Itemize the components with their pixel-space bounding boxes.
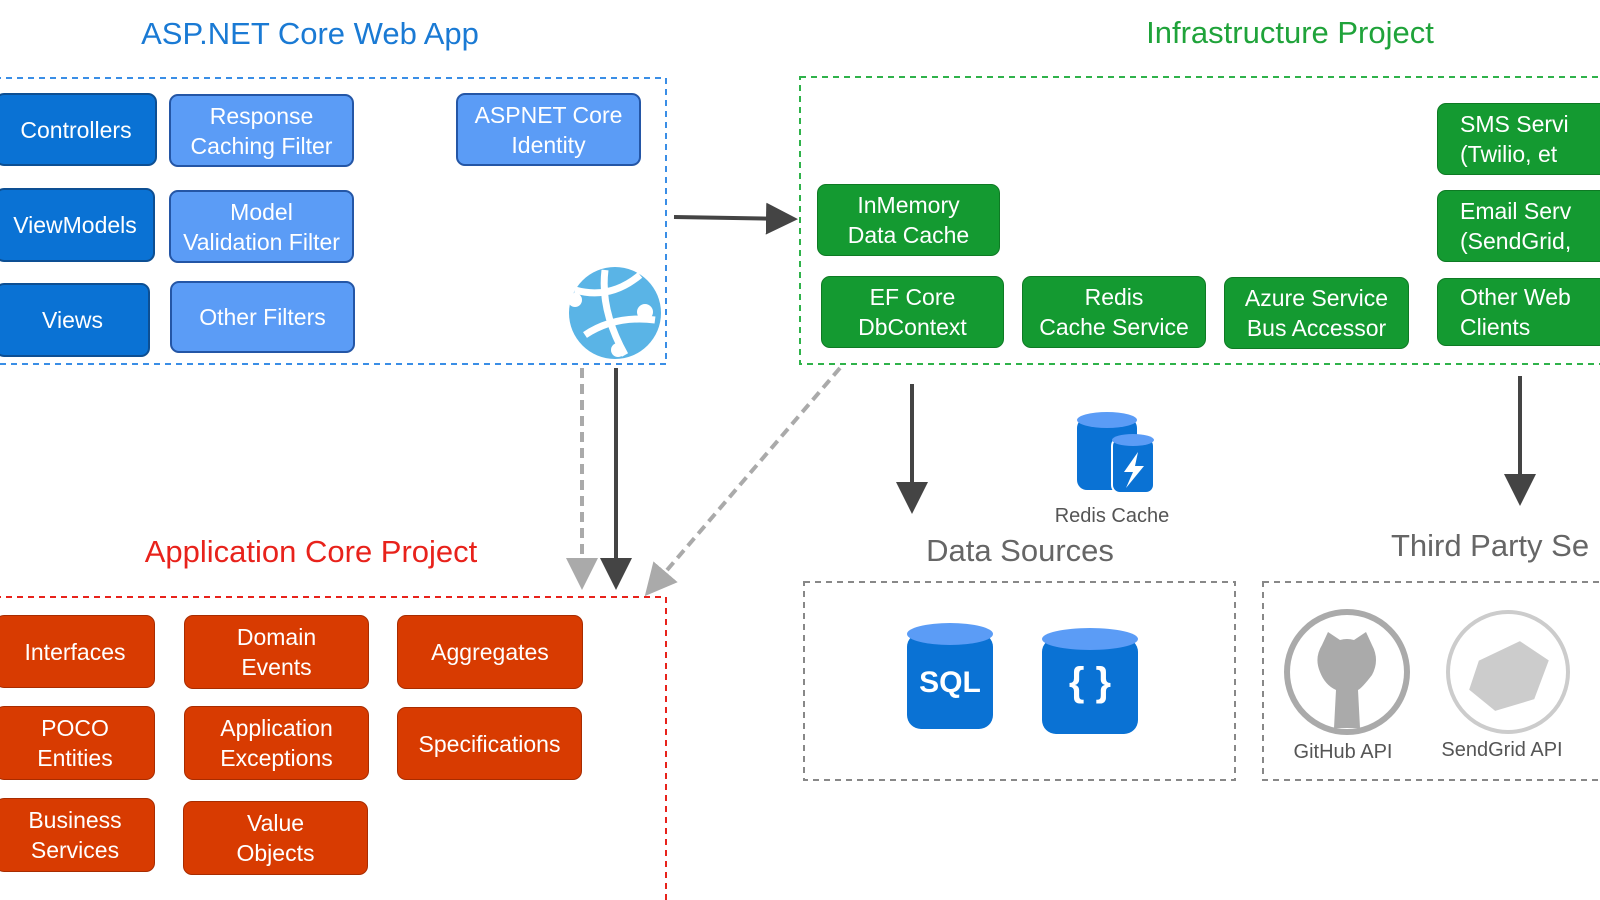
controllers-box: Controllers bbox=[0, 93, 157, 166]
other-filters-label: Other Filters bbox=[199, 304, 326, 330]
poco-entities-label: Entities bbox=[37, 745, 113, 771]
views-label: Views bbox=[42, 307, 103, 333]
aggregates-box: Aggregates bbox=[397, 615, 583, 689]
azure-service-bus-accessor-label: Bus Accessor bbox=[1246, 315, 1387, 341]
value-objects-box: Value Objects bbox=[183, 801, 368, 875]
ef-core-dbcontext-box: EF Core DbContext bbox=[821, 276, 1004, 348]
poco-entities-box: POCO Entities bbox=[0, 706, 155, 780]
business-services-box: Business Services bbox=[0, 798, 155, 872]
views-box: Views bbox=[0, 283, 150, 357]
redis-cache-icon bbox=[1077, 412, 1155, 494]
business-services-label: Services bbox=[30, 837, 120, 863]
value-objects-label: Value bbox=[246, 810, 305, 836]
aggregates-label: Aggregates bbox=[431, 639, 549, 665]
model-validation-filter-label: Validation Filter bbox=[183, 228, 340, 255]
viewmodels-label: ViewModels bbox=[13, 212, 137, 238]
interfaces-label: Interfaces bbox=[24, 638, 126, 665]
sms-service-label: SMS Servi bbox=[1460, 111, 1569, 137]
viewmodels-box: ViewModels bbox=[0, 188, 155, 262]
aspnet-core-identity-label: ASPNET Core bbox=[474, 101, 623, 128]
domain-events-label: Events bbox=[241, 654, 312, 680]
email-service-label: Email Serv bbox=[1460, 198, 1572, 224]
github-label: GitHub API bbox=[1293, 741, 1393, 763]
azure-service-bus-accessor-box: Azure Service Bus Accessor bbox=[1224, 277, 1409, 349]
specifications-box: Specifications bbox=[397, 707, 582, 780]
other-web-clients-box: Other Web Clients bbox=[1437, 278, 1600, 346]
other-filters-box: Other Filters bbox=[170, 281, 355, 353]
response-caching-filter-label: Caching Filter bbox=[190, 132, 333, 159]
sms-service-label: (Twilio, et bbox=[1460, 141, 1558, 167]
sms-service-box: SMS Servi (Twilio, et bbox=[1437, 103, 1600, 175]
azure-service-bus-accessor-label: Azure Service bbox=[1244, 285, 1389, 311]
data-sources-title: Data Sources bbox=[926, 533, 1114, 568]
model-validation-filter-box: Model Validation Filter bbox=[169, 190, 354, 263]
third-party-title: Third Party Se bbox=[1390, 528, 1590, 563]
application-exceptions-label: Application bbox=[220, 715, 333, 741]
json-label: { } bbox=[1068, 660, 1112, 704]
domain-events-box: Domain Events bbox=[184, 615, 369, 689]
arrow-infra-to-core-dashed bbox=[644, 366, 842, 597]
inmemory-data-cache-label: InMemory bbox=[857, 192, 960, 218]
aspnet-core-identity-label: Identity bbox=[511, 131, 586, 158]
app-core-title: Application Core Project bbox=[144, 534, 478, 569]
sendgrid-label: SendGrid API bbox=[1441, 739, 1563, 761]
application-exceptions-label: Exceptions bbox=[220, 745, 333, 771]
application-exceptions-box: Application Exceptions bbox=[184, 706, 369, 780]
ef-core-dbcontext-label: DbContext bbox=[858, 314, 967, 340]
ef-core-dbcontext-label: EF Core bbox=[869, 284, 956, 310]
domain-events-label: Domain bbox=[236, 624, 317, 650]
other-web-clients-label: Clients bbox=[1460, 314, 1531, 340]
inmemory-data-cache-box: InMemory Data Cache bbox=[817, 184, 1000, 256]
response-caching-filter-label: Response bbox=[209, 102, 314, 129]
sql-label: SQL bbox=[919, 666, 981, 699]
redis-cache-service-label: Redis bbox=[1084, 284, 1144, 310]
email-service-box: Email Serv (SendGrid, bbox=[1437, 190, 1600, 262]
controllers-label: Controllers bbox=[20, 116, 132, 143]
infrastructure-title: Infrastructure Project bbox=[1146, 15, 1434, 50]
github-icon bbox=[1284, 609, 1410, 735]
aspnet-core-identity-box: ASPNET Core Identity bbox=[456, 93, 641, 166]
globe-icon bbox=[568, 267, 661, 359]
email-service-label: (SendGrid, bbox=[1460, 228, 1572, 254]
arrow-web-to-infra bbox=[673, 202, 798, 235]
poco-entities-label: POCO bbox=[41, 715, 109, 741]
data-sources-frame bbox=[803, 581, 1236, 781]
sendgrid-icon bbox=[1446, 610, 1570, 734]
other-web-clients-label: Other Web bbox=[1460, 284, 1571, 310]
specifications-label: Specifications bbox=[418, 730, 561, 757]
inmemory-data-cache-label: Data Cache bbox=[847, 222, 970, 248]
value-objects-label: Objects bbox=[236, 840, 315, 866]
interfaces-box: Interfaces bbox=[0, 615, 155, 688]
business-services-label: Business bbox=[28, 807, 122, 833]
response-caching-filter-box: Response Caching Filter bbox=[169, 94, 354, 167]
redis-cache-label: Redis Cache bbox=[1054, 505, 1170, 527]
redis-cache-service-box: Redis Cache Service bbox=[1022, 276, 1206, 348]
model-validation-filter-label: Model bbox=[230, 198, 293, 225]
redis-cache-service-label: Cache Service bbox=[1039, 314, 1189, 340]
web-app-title: ASP.NET Core Web App bbox=[141, 16, 479, 51]
